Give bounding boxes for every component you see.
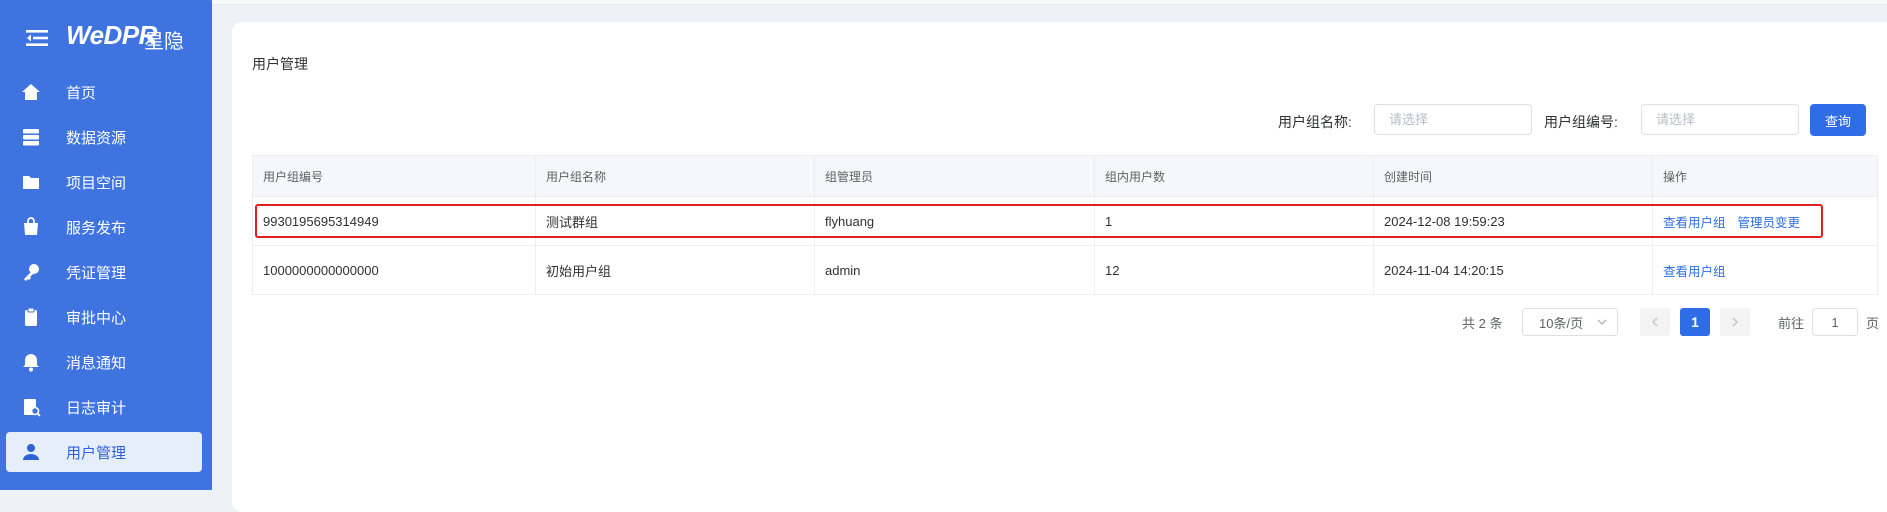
header-group-id: 用户组编号: [253, 156, 536, 196]
user-icon: [20, 441, 42, 463]
sidebar-item-project-space[interactable]: 项目空间: [6, 162, 202, 202]
brand: WeDPR 星隐: [0, 16, 212, 60]
cell-created-time: 2024-12-08 19:59:23: [1374, 197, 1653, 245]
header-group-name: 用户组名称: [536, 156, 815, 196]
bell-icon: [20, 351, 42, 373]
sidebar-item-log-audit[interactable]: 日志审计: [6, 387, 202, 427]
goto-page-input[interactable]: [1812, 308, 1858, 336]
page-size-value: 10条/页: [1539, 315, 1584, 331]
cell-group-admin: flyhuang: [815, 197, 1095, 245]
view-group-link[interactable]: 查看用户组: [1663, 261, 1726, 280]
sidebar-item-label: 项目空间: [66, 174, 127, 192]
header-created-time: 创建时间: [1374, 156, 1653, 196]
cell-user-count: 1: [1095, 197, 1374, 245]
sidebar-item-notification[interactable]: 消息通知: [6, 342, 202, 382]
sidebar-item-user-management[interactable]: 用户管理: [6, 432, 202, 472]
cell-actions: 查看用户组: [1653, 246, 1877, 294]
group-name-label: 用户组名称:: [1278, 114, 1352, 130]
top-bar: [212, 0, 1887, 5]
page-suffix-label: 页: [1866, 316, 1880, 331]
sidebar-item-label: 凭证管理: [66, 264, 127, 282]
header-group-admin: 组管理员: [815, 156, 1095, 196]
sidebar-item-approval[interactable]: 审批中心: [6, 297, 202, 337]
database-icon: [20, 126, 42, 148]
sidebar-item-home[interactable]: 首页: [6, 72, 202, 112]
chevron-right-icon: [1732, 317, 1738, 327]
header-user-count: 组内用户数: [1095, 156, 1374, 196]
view-group-link[interactable]: 查看用户组: [1663, 212, 1726, 231]
group-name-input[interactable]: [1374, 104, 1532, 135]
page-title: 用户管理: [252, 56, 308, 72]
sidebar-item-credential[interactable]: 凭证管理: [6, 252, 202, 292]
menu-toggle-icon[interactable]: [26, 28, 48, 48]
chevron-down-icon: [1597, 319, 1607, 325]
cell-actions: 查看用户组 管理员变更: [1653, 197, 1877, 245]
cell-user-count: 12: [1095, 246, 1374, 294]
cell-group-admin: admin: [815, 246, 1095, 294]
sidebar-item-service-publish[interactable]: 服务发布: [6, 207, 202, 247]
header-actions: 操作: [1663, 169, 1688, 184]
sidebar-item-label: 数据资源: [66, 129, 127, 147]
sidebar-item-data-resource[interactable]: 数据资源: [6, 117, 202, 157]
sidebar-item-label: 用户管理: [66, 444, 127, 462]
logo-cn: 星隐: [144, 31, 184, 53]
sidebar-item-label: 服务发布: [66, 219, 127, 237]
sidebar: WeDPR 星隐 首页 数据资源 项目空间 服务发布 凭证管理 审批中心 消息通…: [0, 0, 212, 490]
sidebar-item-label: 审批中心: [66, 309, 127, 327]
next-page-button[interactable]: [1720, 308, 1750, 336]
table-row: 9930195695314949 测试群组 flyhuang 1 2024-12…: [253, 197, 1877, 246]
prev-page-button[interactable]: [1640, 308, 1670, 336]
user-group-table: 用户组编号 用户组名称 组管理员 组内用户数 创建时间 操作 993019569…: [252, 155, 1878, 295]
cell-group-id: 9930195695314949: [253, 197, 536, 245]
group-id-label: 用户组编号:: [1544, 114, 1618, 130]
table-row: 1000000000000000 初始用户组 admin 12 2024-11-…: [253, 246, 1877, 295]
page-number-button[interactable]: 1: [1680, 308, 1710, 336]
sidebar-item-label: 首页: [66, 84, 97, 102]
change-admin-link[interactable]: 管理员变更: [1738, 212, 1801, 231]
sidebar-item-label: 日志审计: [66, 399, 127, 417]
log-icon: [20, 396, 42, 418]
chevron-left-icon: [1652, 317, 1658, 327]
goto-label: 前往: [1778, 316, 1805, 331]
key-icon: [20, 261, 42, 283]
folder-icon: [20, 171, 42, 193]
clipboard-icon: [20, 306, 42, 328]
pagination-total: 共 2 条: [1462, 316, 1503, 331]
home-icon: [20, 81, 42, 103]
cell-group-id: 1000000000000000: [253, 246, 536, 294]
cell-group-name: 测试群组: [536, 197, 815, 245]
sidebar-item-label: 消息通知: [66, 354, 127, 372]
query-button[interactable]: 查询: [1810, 104, 1866, 136]
bag-icon: [20, 216, 42, 238]
cell-created-time: 2024-11-04 14:20:15: [1374, 246, 1653, 294]
page-size-select[interactable]: 10条/页: [1522, 308, 1618, 336]
cell-group-name: 初始用户组: [536, 246, 815, 294]
group-id-input[interactable]: [1641, 104, 1799, 135]
table-header: 用户组编号 用户组名称 组管理员 组内用户数 创建时间 操作: [253, 155, 1877, 197]
